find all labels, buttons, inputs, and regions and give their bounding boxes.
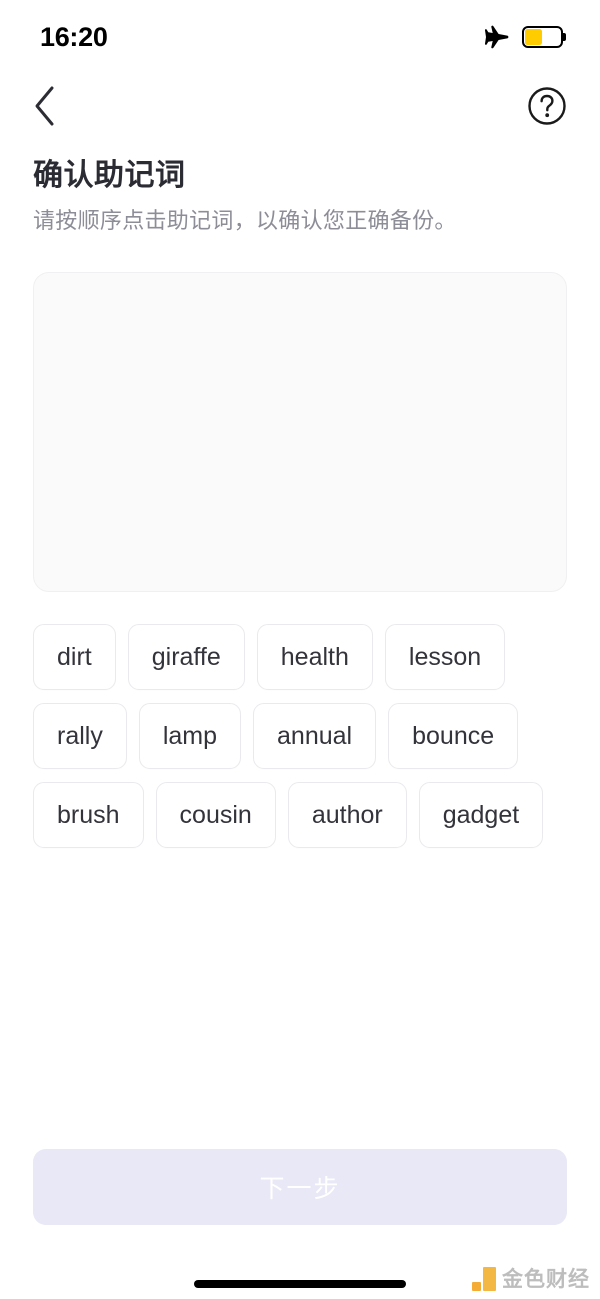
battery-cap — [563, 33, 566, 41]
watermark-text: 金色财经 — [502, 1267, 590, 1291]
watermark: 金色财经 — [472, 1267, 590, 1291]
logo-block-right — [483, 1267, 496, 1291]
chevron-left-icon — [35, 86, 54, 126]
word-chip-annual[interactable]: annual — [253, 703, 377, 769]
word-chip-brush[interactable]: brush — [33, 782, 144, 848]
logo-block-left — [472, 1282, 481, 1291]
word-chip-giraffe[interactable]: giraffe — [127, 624, 245, 690]
jinse-logo-icon — [472, 1267, 496, 1291]
status-bar: 16:20 — [0, 0, 600, 70]
battery-icon — [522, 26, 566, 48]
logo-block-notch — [472, 1267, 481, 1275]
word-pool: dirt giraffe health lesson rally lamp annual bo… — [33, 624, 567, 848]
word-chip-gadget[interactable]: gadget — [418, 782, 544, 848]
header-block: 确认助记词 请按顺序点击助记词，以确认您正确备份。 — [33, 156, 567, 236]
word-chip-dirt[interactable]: dirt — [33, 624, 116, 690]
word-chip-lamp[interactable]: lamp — [138, 703, 242, 769]
word-chip-rally[interactable]: rally — [33, 703, 127, 769]
home-indicator[interactable] — [194, 1280, 406, 1288]
word-chip-health[interactable]: health — [256, 624, 373, 690]
word-chip-lesson[interactable]: lesson — [384, 624, 506, 690]
word-chip-bounce[interactable]: bounce — [388, 703, 519, 769]
page-subtitle: 请按顺序点击助记词，以确认您正确备份。 — [33, 208, 457, 233]
status-time: 16:20 — [40, 21, 108, 52]
next-button[interactable]: 下一步 — [33, 1149, 567, 1225]
airplane-mode-icon — [484, 25, 509, 49]
status-indicators — [483, 20, 566, 50]
word-chip-author[interactable]: author — [287, 782, 407, 848]
battery-level-fill — [525, 29, 543, 45]
help-button[interactable] — [526, 85, 568, 127]
page-title: 确认助记词 — [33, 159, 186, 192]
word-chip-cousin[interactable]: cousin — [155, 782, 276, 848]
question-circle-icon — [528, 87, 566, 125]
back-button[interactable] — [22, 83, 68, 129]
selected-words-dropzone[interactable] — [33, 272, 567, 592]
navigation-bar — [0, 70, 600, 142]
app-screen: 16:20 确认助记词 请按顺序点击助记词，以确认您正确备份。 dirt gir… — [0, 0, 600, 1299]
